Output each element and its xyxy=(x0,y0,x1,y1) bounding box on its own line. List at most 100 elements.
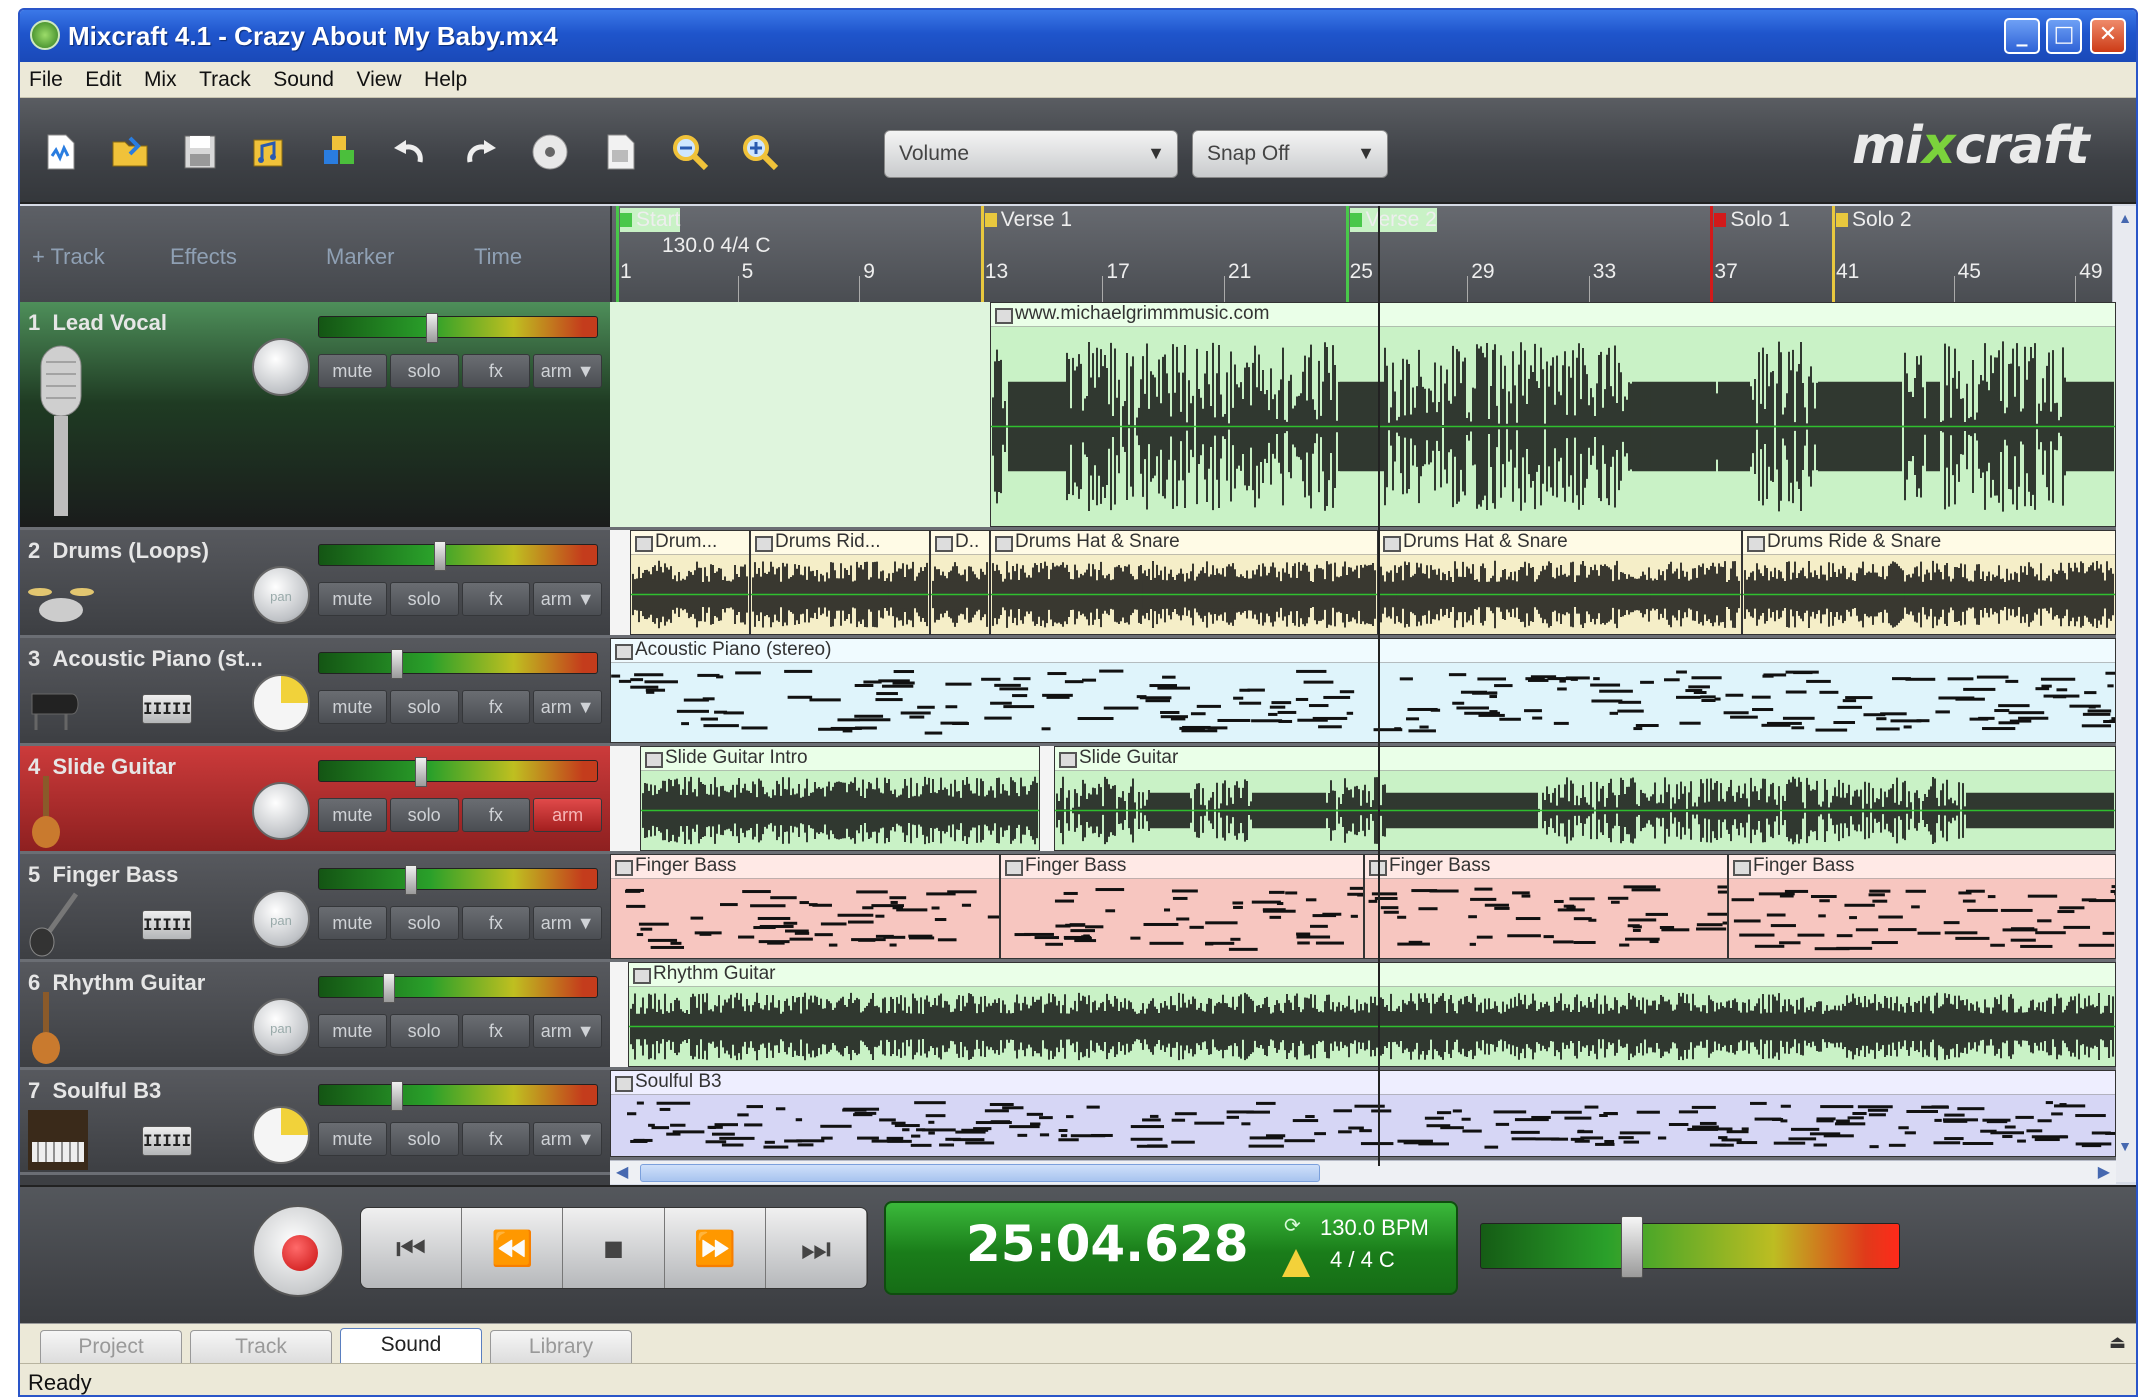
volume-slider[interactable] xyxy=(318,973,598,1003)
track-panel-acoustic-piano[interactable]: 3 Acoustic Piano (st... IIIII mute solo … xyxy=(20,638,610,746)
audio-clip[interactable]: Rhythm Guitar xyxy=(628,962,2116,1067)
scroll-thumb[interactable] xyxy=(640,1164,1320,1182)
time-button[interactable]: Time xyxy=(474,244,522,270)
menu-track[interactable]: Track xyxy=(190,62,260,92)
go-to-start-button[interactable]: ⏮ xyxy=(361,1208,463,1288)
scroll-up-icon[interactable]: ▲ xyxy=(2115,210,2135,230)
solo-button[interactable]: solo xyxy=(389,798,459,832)
fast-forward-button[interactable]: ⏩ xyxy=(664,1208,766,1288)
rewind-button[interactable]: ⏪ xyxy=(462,1208,564,1288)
solo-button[interactable]: solo xyxy=(389,1014,459,1048)
loop-icon[interactable]: ⟳ xyxy=(1284,1213,1308,1237)
zoom-out-icon[interactable] xyxy=(670,132,710,172)
fx-button[interactable]: fx xyxy=(461,582,531,616)
open-folder-icon[interactable] xyxy=(110,132,150,172)
solo-button[interactable]: solo xyxy=(389,582,459,616)
menu-edit[interactable]: Edit xyxy=(76,62,130,92)
fx-button[interactable]: fx xyxy=(461,798,531,832)
audio-clip[interactable]: Drum... xyxy=(630,530,750,635)
marker-line[interactable] xyxy=(1710,206,1714,302)
midi-clip[interactable]: Finger Bass xyxy=(610,854,1000,959)
menu-view[interactable]: View xyxy=(347,62,410,92)
menu-help[interactable]: Help xyxy=(415,62,476,92)
add-track-button[interactable]: + Track xyxy=(32,244,105,270)
effects-button[interactable]: Effects xyxy=(170,244,237,270)
minimize-button[interactable]: _ xyxy=(2004,18,2040,54)
piano-roll-button[interactable]: IIIII xyxy=(142,910,192,940)
track-panel-lead-vocal[interactable]: 1 Lead Vocal mute solo fx arm ▼ xyxy=(20,302,610,530)
mute-button[interactable]: mute xyxy=(318,798,387,832)
menu-sound[interactable]: Sound xyxy=(264,62,343,92)
arm-button[interactable]: arm ▼ xyxy=(533,906,602,940)
scroll-down-icon[interactable]: ▼ xyxy=(2115,1138,2135,1158)
pan-knob[interactable] xyxy=(252,782,310,840)
piano-roll-button[interactable]: IIIII xyxy=(142,1126,192,1156)
arm-button[interactable]: arm ▼ xyxy=(533,690,602,724)
snap-dropdown[interactable]: Snap Off ▼ xyxy=(1192,130,1388,178)
audio-clip[interactable]: Drums Hat & Snare xyxy=(1378,530,1742,635)
audio-clip[interactable]: www.michaelgrimmmusic.com xyxy=(990,302,2116,527)
record-button[interactable] xyxy=(252,1205,344,1297)
marker-flag[interactable]: Verse 2 xyxy=(1349,208,1437,232)
undo-icon[interactable] xyxy=(390,132,430,172)
volume-slider[interactable] xyxy=(318,757,598,787)
track-panel-finger-bass[interactable]: 5 Finger Bass IIIII pan mute solo fx arm… xyxy=(20,854,610,962)
midi-clip[interactable]: Finger Bass xyxy=(1364,854,1728,959)
pan-knob[interactable] xyxy=(252,1106,310,1164)
mute-button[interactable]: mute xyxy=(318,906,387,940)
track-panel-drums[interactable]: 2 Drums (Loops) pan mute solo fx arm ▼ xyxy=(20,530,610,638)
master-volume-handle[interactable] xyxy=(1621,1216,1643,1278)
audio-clip[interactable]: Slide Guitar xyxy=(1054,746,2116,851)
menu-mix[interactable]: Mix xyxy=(135,62,186,92)
tab-library[interactable]: Library xyxy=(490,1330,632,1364)
cd-icon[interactable] xyxy=(530,132,570,172)
fx-button[interactable]: fx xyxy=(461,1014,531,1048)
lane-soulful-b3[interactable]: Soulful B3 xyxy=(610,1070,2116,1160)
audio-clip[interactable]: Drums Rid... xyxy=(750,530,930,635)
mute-button[interactable]: mute xyxy=(318,354,387,388)
midi-clip[interactable]: Acoustic Piano (stereo) xyxy=(610,638,2116,743)
fx-button[interactable]: fx xyxy=(461,1122,531,1156)
master-volume-slider[interactable] xyxy=(1480,1216,1900,1278)
solo-button[interactable]: solo xyxy=(389,354,459,388)
mute-button[interactable]: mute xyxy=(318,1122,387,1156)
playhead[interactable] xyxy=(1378,206,1380,1166)
fx-button[interactable]: fx xyxy=(461,690,531,724)
solo-button[interactable]: solo xyxy=(389,1122,459,1156)
marker-flag[interactable]: Verse 1 xyxy=(985,208,1072,232)
add-instrument-icon[interactable] xyxy=(320,132,360,172)
arm-button[interactable]: arm xyxy=(533,798,602,832)
mute-button[interactable]: mute xyxy=(318,582,387,616)
redo-icon[interactable] xyxy=(460,132,500,172)
pan-knob[interactable]: pan xyxy=(252,998,310,1056)
lane-drums[interactable]: Drum... Drums Rid... D.. Drums Hat & Sna… xyxy=(610,530,2116,638)
marker-flag[interactable]: Solo 1 xyxy=(1714,208,1790,232)
volume-slider[interactable] xyxy=(318,1081,598,1111)
lane-rhythm-guitar[interactable]: Rhythm Guitar xyxy=(610,962,2116,1070)
mute-button[interactable]: mute xyxy=(318,1014,387,1048)
pan-knob[interactable] xyxy=(252,674,310,732)
fx-button[interactable]: fx xyxy=(461,354,531,388)
marker-line[interactable] xyxy=(1345,206,1349,302)
marker-button[interactable]: Marker xyxy=(326,244,394,270)
metronome-icon[interactable] xyxy=(1282,1249,1310,1277)
tab-sound[interactable]: Sound xyxy=(340,1328,482,1364)
tab-project[interactable]: Project xyxy=(40,1330,182,1364)
track-panel-rhythm-guitar[interactable]: 6 Rhythm Guitar pan mute solo fx arm ▼ xyxy=(20,962,610,1070)
marker-line[interactable] xyxy=(616,206,619,302)
zoom-in-icon[interactable] xyxy=(740,132,780,172)
lane-finger-bass[interactable]: Finger Bass Finger Bass Finger Bass Fing… xyxy=(610,854,2116,962)
pan-knob[interactable]: pan xyxy=(252,890,310,948)
volume-dropdown[interactable]: Volume ▼ xyxy=(884,130,1178,178)
solo-button[interactable]: solo xyxy=(389,906,459,940)
piano-roll-button[interactable]: IIIII xyxy=(142,694,192,724)
pan-knob[interactable] xyxy=(252,338,310,396)
audio-clip[interactable]: D.. xyxy=(930,530,990,635)
scroll-left-icon[interactable]: ◀ xyxy=(616,1162,628,1182)
stop-button[interactable]: ■ xyxy=(563,1208,665,1288)
track-panel-soulful-b3[interactable]: 7 Soulful B3 IIIII mute solo fx arm ▼ xyxy=(20,1070,610,1175)
track-panel-slide-guitar[interactable]: 4 Slide Guitar mute solo fx arm xyxy=(20,746,610,854)
marker-line[interactable] xyxy=(980,206,984,302)
arm-button[interactable]: arm ▼ xyxy=(533,354,602,388)
new-project-icon[interactable] xyxy=(40,132,80,172)
